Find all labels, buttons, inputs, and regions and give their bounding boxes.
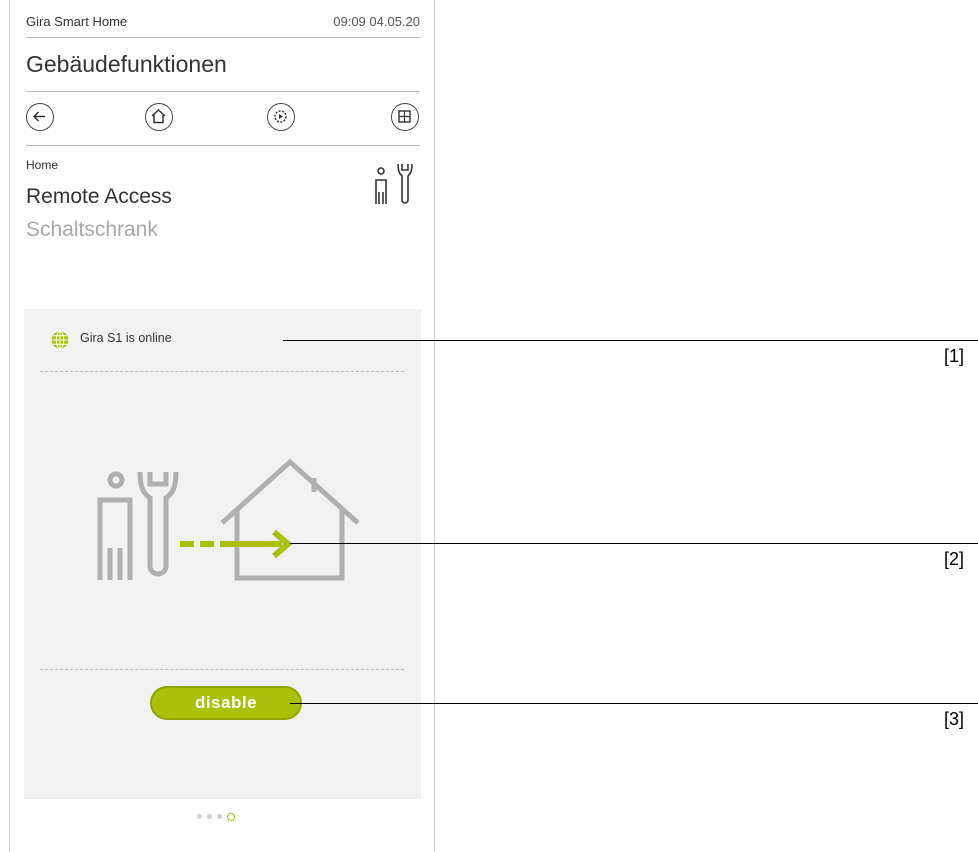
arrow-left-icon [32, 111, 45, 122]
disable-button[interactable]: disable [150, 686, 302, 720]
dashed-divider [40, 371, 404, 372]
divider [26, 91, 420, 92]
callout-line-1 [283, 340, 978, 341]
online-status-text: Gira S1 is online [80, 331, 172, 345]
technician-to-house-icon [97, 458, 360, 581]
subheading: Schaltschrank [26, 218, 158, 241]
dashed-divider [40, 669, 404, 670]
grid-view-button[interactable] [391, 103, 419, 131]
status-bar: Gira Smart Home 09:09 04.05.20 [26, 14, 420, 34]
home-icon [151, 108, 166, 124]
page-dot[interactable] [217, 814, 222, 820]
page-dot[interactable] [197, 814, 202, 820]
callout-line-2 [290, 543, 978, 544]
callout-label-2: [2] [944, 549, 965, 569]
callout-label-1: [1] [944, 346, 965, 366]
technician-icon [375, 163, 413, 204]
divider [26, 145, 420, 146]
scenes-button[interactable] [267, 103, 295, 131]
gear-play-icon [274, 110, 287, 123]
heading: Remote Access [26, 185, 172, 208]
grid-icon [398, 110, 411, 123]
datetime: 09:09 04.05.20 [333, 14, 420, 29]
home-button[interactable] [145, 103, 173, 131]
page-indicator[interactable] [197, 808, 240, 826]
callout-line-3 [290, 703, 978, 704]
divider [26, 37, 420, 38]
page-title: Gebäudefunktionen [26, 51, 227, 77]
page-dot-active[interactable] [227, 812, 235, 821]
app-name: Gira Smart Home [26, 14, 128, 29]
globe-icon [51, 331, 69, 349]
callout-label-3: [3] [944, 709, 965, 729]
breadcrumb[interactable]: Home [26, 158, 58, 172]
page-dot[interactable] [207, 814, 212, 820]
back-button[interactable] [26, 103, 54, 131]
